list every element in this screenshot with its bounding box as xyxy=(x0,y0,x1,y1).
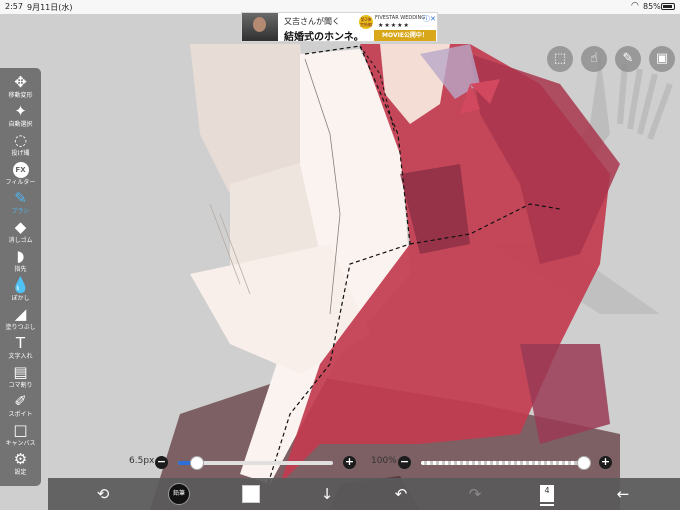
gear-icon: ⚙ xyxy=(13,450,28,468)
tool-label: コマ割り xyxy=(8,382,33,389)
brush-size-slider[interactable] xyxy=(178,456,333,470)
eraser-icon: ◆ xyxy=(14,218,27,236)
ad-photo xyxy=(242,13,278,41)
lasso-icon: ◌ xyxy=(13,131,28,149)
tool-panel: ✥ 移動変形 ✦ 自動選択 ◌ 投げ縄 FX フィルター ✎ ブラシ ◆ 消しゴ… xyxy=(0,68,41,486)
brush-opacity-knob[interactable] xyxy=(577,456,591,470)
tool-label: スポイト xyxy=(8,411,33,418)
brush-size-knob[interactable] xyxy=(189,456,204,470)
ad-close-icon[interactable]: ⓘ✕ xyxy=(423,14,436,24)
text-icon: T xyxy=(15,334,26,352)
bottom-toolbar: ⟲ 鉛筆 ↓ ↶ ↷ 4 ← xyxy=(48,478,680,510)
drawing-canvas[interactable] xyxy=(0,14,680,510)
color-swatch[interactable] xyxy=(242,485,260,503)
brush-opacity-slider[interactable] xyxy=(421,456,591,470)
ruler-icon[interactable]: ✎ xyxy=(615,46,641,72)
download-icon[interactable]: ↓ xyxy=(312,478,342,510)
size-plus-button[interactable]: + xyxy=(343,456,356,469)
status-date: 9月11日(水) xyxy=(27,3,73,12)
ad-stars: ★★★★★ xyxy=(378,22,410,29)
brush-icon: ✎ xyxy=(14,189,27,207)
ad-banner[interactable]: 又吉さんが聞く 結婚式のホンネ。 第2弾 完結編 FIVESTAR WEDDIN… xyxy=(241,12,438,42)
tool-label: 設定 xyxy=(14,469,27,476)
brush-size-value: 6.5px xyxy=(129,456,155,466)
redo-icon[interactable]: ↷ xyxy=(460,478,490,510)
wifi-icon: ◠ xyxy=(631,1,639,11)
ad-title: 結婚式のホンネ。 xyxy=(284,32,364,42)
ad-cta-button[interactable]: MOVIE公開中！ xyxy=(374,30,436,41)
bucket-icon: ◢ xyxy=(14,305,27,323)
tool-label: 自動選択 xyxy=(8,121,33,128)
fx-circle: FX xyxy=(12,161,29,178)
tool-label: 投げ縄 xyxy=(11,150,30,157)
battery-percent: 85% xyxy=(643,2,661,11)
ad-brand: FIVESTAR WEDDING xyxy=(375,15,426,21)
tool-settings[interactable]: ⚙ 設定 xyxy=(0,449,41,483)
opacity-minus-button[interactable]: − xyxy=(398,456,411,469)
image-icon[interactable]: ▣ xyxy=(649,46,675,72)
tool-label: 塗りつぶし xyxy=(5,324,36,331)
back-arrow-icon[interactable]: ← xyxy=(608,478,638,510)
move-icon: ✥ xyxy=(14,73,27,91)
size-minus-button[interactable]: − xyxy=(155,456,168,469)
layers-button[interactable]: 4 xyxy=(540,485,554,506)
ad-badge: 第2弾 完結編 xyxy=(359,15,373,29)
opacity-plus-button[interactable]: + xyxy=(599,456,612,469)
finger-icon: ◗ xyxy=(16,247,25,265)
undo-icon[interactable]: ↶ xyxy=(386,478,416,510)
tool-label: フィルター xyxy=(5,179,36,186)
artwork xyxy=(0,14,680,510)
tool-label: キャンバス xyxy=(5,440,36,447)
transform-icon[interactable]: ⟲ xyxy=(88,478,118,510)
brush-opacity-value: 100% xyxy=(371,456,397,466)
tool-label: 文字入れ xyxy=(8,353,33,360)
fx-icon: FX xyxy=(0,159,41,179)
magic-wand-icon: ✦ xyxy=(14,102,27,120)
hand-icon[interactable]: ☝ xyxy=(581,46,607,72)
brush-opacity-fill xyxy=(421,461,591,465)
status-time: 2:57 xyxy=(5,2,23,11)
eyedropper-icon: ✐ xyxy=(14,392,27,410)
frame-icon: ▤ xyxy=(13,363,28,381)
tool-label: 消しゴム xyxy=(8,237,33,244)
drop-icon: 💧 xyxy=(11,276,30,294)
tool-label: 移動変形 xyxy=(8,92,33,99)
tool-label: ブラシ xyxy=(11,208,30,215)
tool-label: 指先 xyxy=(14,266,27,273)
canvas-icon: □ xyxy=(13,421,28,439)
ad-subtitle: 又吉さんが聞く xyxy=(284,17,340,26)
selection-icon[interactable]: ⬚ xyxy=(547,46,573,72)
battery-icon xyxy=(661,3,675,10)
brush-preview-button[interactable]: 鉛筆 xyxy=(168,483,190,505)
tool-label: ぼかし xyxy=(11,295,30,302)
